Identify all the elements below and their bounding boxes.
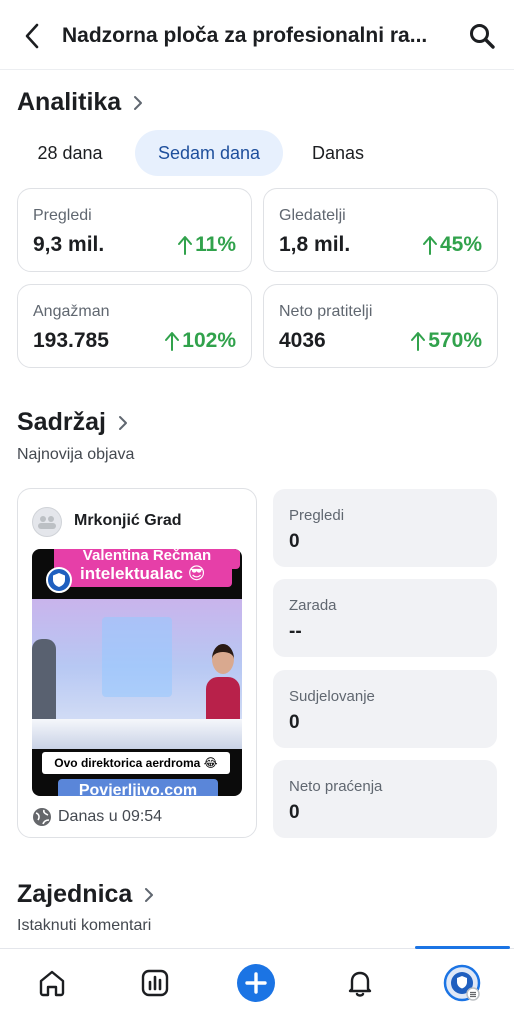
nav-home[interactable] xyxy=(32,963,72,1003)
metric-card-earnings: Zarada -- xyxy=(273,579,497,657)
caption-middle: Ovo direktorica aerdroma 😂 xyxy=(42,752,230,774)
stat-label: Gledatelji xyxy=(279,207,346,224)
metric-card-net-follows: Neto praćenja 0 xyxy=(273,760,497,838)
back-button[interactable] xyxy=(18,22,46,50)
page-title: Nadzorna ploča za profesionalni ra... xyxy=(62,24,428,47)
chevron-right-icon xyxy=(118,413,132,433)
metric-value: -- xyxy=(289,621,302,642)
metric-value: 0 xyxy=(289,802,300,823)
post-time: Danas u 09:54 xyxy=(32,807,162,827)
stat-value: 1,8 mil. xyxy=(279,233,351,256)
tab-today[interactable]: Danas xyxy=(296,130,380,176)
stat-change-value: 11% xyxy=(195,233,236,256)
content-section-header[interactable]: Sadržaj xyxy=(17,408,132,437)
stat-change-value: 570% xyxy=(428,329,482,352)
stat-change-value: 45% xyxy=(439,233,482,256)
caption-top-second: intelektualac 😎 xyxy=(54,561,232,587)
analytics-section-header[interactable]: Analitika xyxy=(17,88,147,117)
metric-label: Neto praćenja xyxy=(289,778,383,795)
nav-active-indicator xyxy=(415,946,510,949)
arrow-up-icon xyxy=(177,234,193,256)
arrow-up-icon xyxy=(164,330,180,352)
stat-value: 4036 xyxy=(279,329,326,352)
community-subtitle: Istaknuti komentari xyxy=(17,917,152,934)
stat-card-engagement[interactable]: Angažman 193.785 102% xyxy=(17,284,252,368)
stat-change-value: 102% xyxy=(182,329,236,352)
caption-bottom: Povjerljivo.com xyxy=(58,779,218,796)
insights-icon xyxy=(141,969,169,997)
profile-icon xyxy=(443,964,481,1002)
top-bar: Nadzorna ploča za profesionalni ra... xyxy=(0,0,514,70)
stat-card-net-followers[interactable]: Neto pratitelji 4036 570% xyxy=(263,284,498,368)
home-icon xyxy=(39,970,65,997)
metric-label: Zarada xyxy=(289,597,337,614)
metric-label: Sudjelovanje xyxy=(289,688,375,705)
stat-change: 45% xyxy=(422,233,482,257)
avatar xyxy=(32,507,62,537)
community-title: Zajednica xyxy=(17,880,133,908)
nav-insights[interactable] xyxy=(135,963,175,1003)
arrow-up-icon xyxy=(410,330,426,352)
tab-seven-days[interactable]: Sedam dana xyxy=(135,130,283,176)
stat-card-views[interactable]: Pregledi 9,3 mil. 11% xyxy=(17,188,252,272)
search-button[interactable] xyxy=(466,20,498,52)
metric-card-engagement: Sudjelovanje 0 xyxy=(273,670,497,748)
nav-profile[interactable] xyxy=(442,963,482,1003)
globe-icon xyxy=(33,808,51,826)
stat-value: 9,3 mil. xyxy=(33,233,105,256)
nav-create[interactable] xyxy=(236,963,276,1003)
metric-value: 0 xyxy=(289,712,300,733)
metric-card-views: Pregledi 0 xyxy=(273,489,497,567)
notifications-icon xyxy=(348,971,372,997)
arrow-up-icon xyxy=(422,234,438,256)
stat-label: Neto pratitelji xyxy=(279,303,373,320)
search-icon xyxy=(470,24,495,49)
chevron-right-icon xyxy=(144,885,158,905)
create-icon xyxy=(237,964,275,1002)
latest-post-card[interactable]: Mrkonjić Grad Valentina Rečman intelektu… xyxy=(17,488,257,838)
tab-28-days[interactable]: 28 dana xyxy=(18,130,122,176)
content-title: Sadržaj xyxy=(17,408,106,436)
stat-change: 102% xyxy=(164,329,236,353)
stat-label: Angažman xyxy=(33,303,110,320)
metric-value: 0 xyxy=(289,531,300,552)
stat-value: 193.785 xyxy=(33,329,109,352)
nav-notifications[interactable] xyxy=(340,963,380,1003)
stat-change: 570% xyxy=(410,329,482,353)
community-section-header[interactable]: Zajednica xyxy=(17,880,158,909)
post-time-text: Danas u 09:54 xyxy=(58,808,163,825)
shield-logo-icon xyxy=(46,567,72,593)
content-subtitle: Najnovija objava xyxy=(17,446,135,463)
metric-label: Pregledi xyxy=(289,507,345,524)
analytics-title: Analitika xyxy=(17,88,122,116)
chevron-right-icon xyxy=(133,93,147,113)
video-frame xyxy=(32,599,242,749)
chevron-left-icon xyxy=(25,23,39,49)
post-thumbnail[interactable]: Valentina Rečman intelektualac 😎 Ovo dir… xyxy=(32,549,242,796)
stat-change: 11% xyxy=(177,233,236,257)
group-icon xyxy=(38,516,56,529)
stat-card-viewers[interactable]: Gledatelji 1,8 mil. 45% xyxy=(263,188,498,272)
page-name: Mrkonjić Grad xyxy=(74,512,182,529)
stat-label: Pregledi xyxy=(33,207,92,224)
